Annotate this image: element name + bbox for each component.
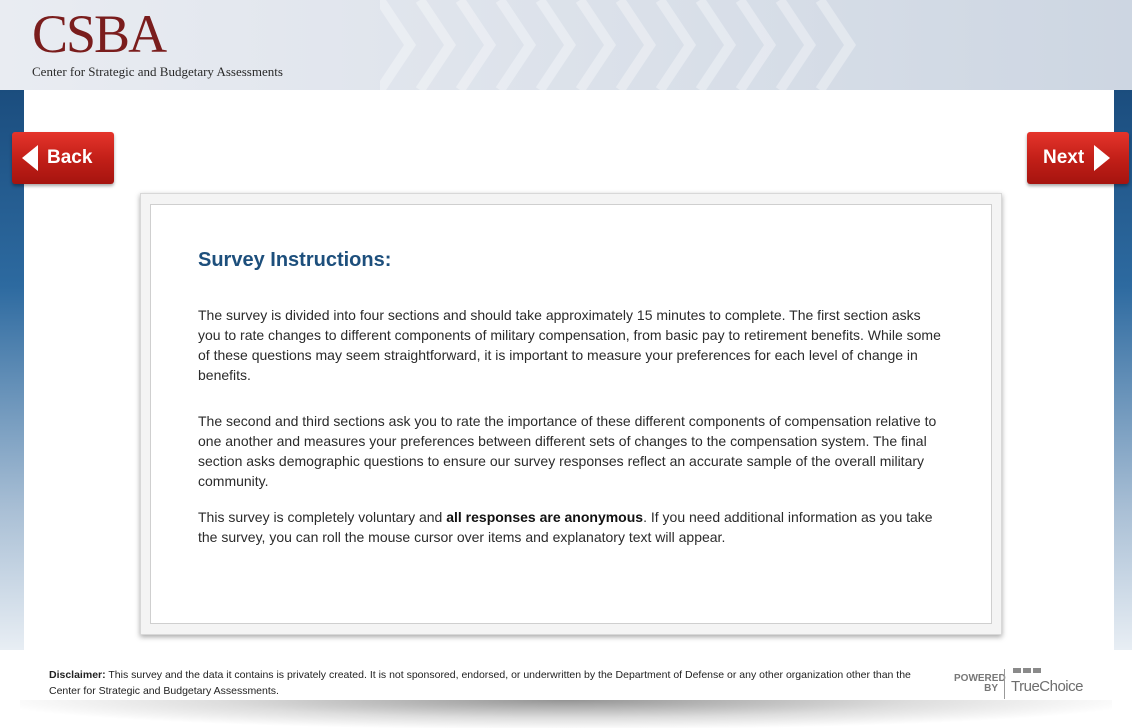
anonymous-emphasis: all responses are anonymous xyxy=(446,509,644,525)
disclaimer-text: This survey and the data it contains is … xyxy=(49,669,911,697)
csba-logo: CSBA xyxy=(32,4,167,64)
instructions-title: Survey Instructions: xyxy=(198,249,392,271)
arrow-left-icon xyxy=(22,145,38,171)
powered-line-2: BY xyxy=(984,683,998,694)
disclaimer: Disclaimer: This survey and the data it … xyxy=(49,667,939,699)
truechoice-wordmark: TrueChoice xyxy=(1011,678,1083,695)
back-button-label: Back xyxy=(47,147,93,168)
powered-divider xyxy=(1004,669,1005,699)
logo-subtitle: Center for Strategic and Budgetary Asses… xyxy=(32,64,283,79)
chevron-pattern xyxy=(380,0,857,90)
header-banner: CSBA Center for Strategic and Budgetary … xyxy=(0,0,1132,90)
truechoice-logo: TrueChoice xyxy=(1011,666,1083,702)
powered-by-truechoice: POWERED BY TrueChoice xyxy=(954,666,1084,702)
panel-shadow xyxy=(20,700,1112,728)
next-button-label: Next xyxy=(1043,147,1085,168)
instructions-paragraph-1: The survey is divided into four sections… xyxy=(198,307,941,383)
disclaimer-label: Disclaimer: xyxy=(49,669,106,681)
next-button[interactable]: Next xyxy=(1027,132,1129,184)
survey-page: CSBA Center for Strategic and Budgetary … xyxy=(0,0,1132,728)
truechoice-squares-icon xyxy=(1013,668,1041,673)
arrow-right-icon xyxy=(1094,145,1111,171)
instructions-card-inner: Survey Instructions: The survey is divid… xyxy=(150,204,992,624)
instructions-paragraph-2: The second and third sections ask you to… xyxy=(198,413,937,489)
instructions-card: Survey Instructions: The survey is divid… xyxy=(140,193,1002,635)
powered-by-label: POWERED BY xyxy=(954,674,1006,694)
back-button[interactable]: Back xyxy=(12,132,114,184)
paragraph-3-lead: This survey is completely voluntary and xyxy=(198,509,447,525)
instructions-paragraph-3: This survey is completely voluntary and … xyxy=(198,507,946,547)
